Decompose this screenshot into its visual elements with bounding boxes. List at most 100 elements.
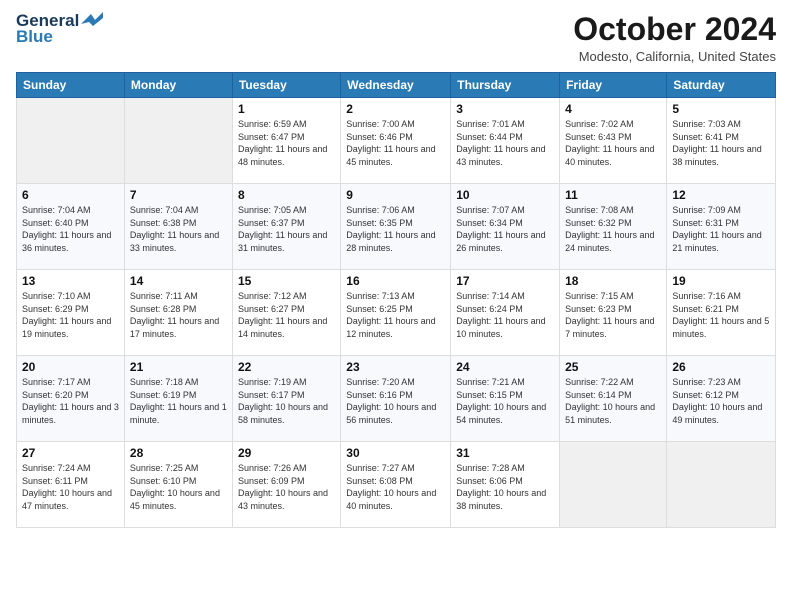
day-info: Sunrise: 7:00 AMSunset: 6:46 PMDaylight:… [346, 118, 445, 168]
day-number: 18 [565, 274, 661, 288]
day-number: 13 [22, 274, 119, 288]
calendar-week-row: 1Sunrise: 6:59 AMSunset: 6:47 PMDaylight… [17, 98, 776, 184]
day-info: Sunrise: 7:03 AMSunset: 6:41 PMDaylight:… [672, 118, 770, 168]
day-number: 30 [346, 446, 445, 460]
day-info: Sunrise: 7:02 AMSunset: 6:43 PMDaylight:… [565, 118, 661, 168]
day-number: 11 [565, 188, 661, 202]
day-number: 12 [672, 188, 770, 202]
day-number: 27 [22, 446, 119, 460]
table-row [667, 442, 776, 528]
logo: General Blue [16, 12, 103, 46]
calendar-table: Sunday Monday Tuesday Wednesday Thursday… [16, 72, 776, 528]
day-info: Sunrise: 7:06 AMSunset: 6:35 PMDaylight:… [346, 204, 445, 254]
day-info: Sunrise: 7:18 AMSunset: 6:19 PMDaylight:… [130, 376, 227, 426]
page-header: General Blue October 2024 Modesto, Calif… [16, 12, 776, 64]
header-saturday: Saturday [667, 73, 776, 98]
day-info: Sunrise: 7:16 AMSunset: 6:21 PMDaylight:… [672, 290, 770, 340]
table-row: 26Sunrise: 7:23 AMSunset: 6:12 PMDayligh… [667, 356, 776, 442]
table-row: 12 Sunrise: 7:09 AMSunset: 6:31 PMDayligh… [667, 184, 776, 270]
day-info: Sunrise: 7:26 AMSunset: 6:09 PMDaylight:… [238, 462, 335, 512]
table-row: 31 Sunrise: 7:28 AMSunset: 6:06 PMDayligh… [451, 442, 560, 528]
table-row: 6 Sunrise: 7:04 AMSunset: 6:40 PMDaylight… [17, 184, 125, 270]
table-row: 18 Sunrise: 7:15 AMSunset: 6:23 PMDayligh… [560, 270, 667, 356]
table-row: 30 Sunrise: 7:27 AMSunset: 6:08 PMDayligh… [341, 442, 451, 528]
day-number: 23 [346, 360, 445, 374]
day-number: 10 [456, 188, 554, 202]
day-info: Sunrise: 7:15 AMSunset: 6:23 PMDaylight:… [565, 290, 661, 340]
table-row: 15Sunrise: 7:12 AMSunset: 6:27 PMDayligh… [232, 270, 340, 356]
day-number: 25 [565, 360, 661, 374]
calendar-week-row: 6 Sunrise: 7:04 AMSunset: 6:40 PMDaylight… [17, 184, 776, 270]
day-info: Sunrise: 7:27 AMSunset: 6:08 PMDaylight:… [346, 462, 445, 512]
header-tuesday: Tuesday [232, 73, 340, 98]
day-info: Sunrise: 7:08 AMSunset: 6:32 PMDaylight:… [565, 204, 661, 254]
table-row: 21 Sunrise: 7:18 AMSunset: 6:19 PMDayligh… [124, 356, 232, 442]
table-row [17, 98, 125, 184]
table-row: 19Sunrise: 7:16 AMSunset: 6:21 PMDayligh… [667, 270, 776, 356]
day-info: Sunrise: 7:22 AMSunset: 6:14 PMDaylight:… [565, 376, 661, 426]
header-monday: Monday [124, 73, 232, 98]
table-row: 27Sunrise: 7:24 AMSunset: 6:11 PMDayligh… [17, 442, 125, 528]
day-info: Sunrise: 7:21 AMSunset: 6:15 PMDaylight:… [456, 376, 554, 426]
table-row: 22 Sunrise: 7:19 AMSunset: 6:17 PMDayligh… [232, 356, 340, 442]
day-info: Sunrise: 7:04 AMSunset: 6:40 PMDaylight:… [22, 204, 119, 254]
day-number: 20 [22, 360, 119, 374]
day-info: Sunrise: 7:19 AMSunset: 6:17 PMDaylight:… [238, 376, 335, 426]
day-info: Sunrise: 6:59 AMSunset: 6:47 PMDaylight:… [238, 118, 335, 168]
table-row: 10 Sunrise: 7:07 AMSunset: 6:34 PMDayligh… [451, 184, 560, 270]
day-number: 21 [130, 360, 227, 374]
table-row: 3 Sunrise: 7:01 AMSunset: 6:44 PMDaylight… [451, 98, 560, 184]
day-info: Sunrise: 7:17 AMSunset: 6:20 PMDaylight:… [22, 376, 119, 426]
day-number: 16 [346, 274, 445, 288]
day-info: Sunrise: 7:25 AMSunset: 6:10 PMDaylight:… [130, 462, 227, 512]
day-info: Sunrise: 7:14 AMSunset: 6:24 PMDaylight:… [456, 290, 554, 340]
day-number: 24 [456, 360, 554, 374]
table-row: 4 Sunrise: 7:02 AMSunset: 6:43 PMDaylight… [560, 98, 667, 184]
day-info: Sunrise: 7:23 AMSunset: 6:12 PMDaylight:… [672, 376, 770, 426]
day-info: Sunrise: 7:09 AMSunset: 6:31 PMDaylight:… [672, 204, 770, 254]
title-section: October 2024 Modesto, California, United… [573, 12, 776, 64]
day-info: Sunrise: 7:28 AMSunset: 6:06 PMDaylight:… [456, 462, 554, 512]
calendar-week-row: 20 Sunrise: 7:17 AMSunset: 6:20 PMDayligh… [17, 356, 776, 442]
day-number: 6 [22, 188, 119, 202]
calendar-header-row: Sunday Monday Tuesday Wednesday Thursday… [17, 73, 776, 98]
day-info: Sunrise: 7:13 AMSunset: 6:25 PMDaylight:… [346, 290, 445, 340]
table-row: 24 Sunrise: 7:21 AMSunset: 6:15 PMDayligh… [451, 356, 560, 442]
table-row: 23Sunrise: 7:20 AMSunset: 6:16 PMDayligh… [341, 356, 451, 442]
header-friday: Friday [560, 73, 667, 98]
day-number: 17 [456, 274, 554, 288]
header-thursday: Thursday [451, 73, 560, 98]
day-number: 28 [130, 446, 227, 460]
day-number: 15 [238, 274, 335, 288]
header-sunday: Sunday [17, 73, 125, 98]
table-row [560, 442, 667, 528]
location-text: Modesto, California, United States [573, 49, 776, 64]
table-row: 14Sunrise: 7:11 AMSunset: 6:28 PMDayligh… [124, 270, 232, 356]
day-number: 7 [130, 188, 227, 202]
day-info: Sunrise: 7:05 AMSunset: 6:37 PMDaylight:… [238, 204, 335, 254]
day-number: 8 [238, 188, 335, 202]
day-number: 3 [456, 102, 554, 116]
day-info: Sunrise: 7:04 AMSunset: 6:38 PMDaylight:… [130, 204, 227, 254]
table-row: 17 Sunrise: 7:14 AMSunset: 6:24 PMDayligh… [451, 270, 560, 356]
day-info: Sunrise: 7:10 AMSunset: 6:29 PMDaylight:… [22, 290, 119, 340]
day-info: Sunrise: 7:07 AMSunset: 6:34 PMDaylight:… [456, 204, 554, 254]
table-row: 11 Sunrise: 7:08 AMSunset: 6:32 PMDayligh… [560, 184, 667, 270]
table-row: 1Sunrise: 6:59 AMSunset: 6:47 PMDaylight… [232, 98, 340, 184]
day-number: 31 [456, 446, 554, 460]
calendar-week-row: 13 Sunrise: 7:10 AMSunset: 6:29 PMDayligh… [17, 270, 776, 356]
header-wednesday: Wednesday [341, 73, 451, 98]
day-number: 22 [238, 360, 335, 374]
table-row: 13 Sunrise: 7:10 AMSunset: 6:29 PMDayligh… [17, 270, 125, 356]
table-row: 7 Sunrise: 7:04 AMSunset: 6:38 PMDaylight… [124, 184, 232, 270]
table-row: 16 Sunrise: 7:13 AMSunset: 6:25 PMDayligh… [341, 270, 451, 356]
table-row: 25 Sunrise: 7:22 AMSunset: 6:14 PMDayligh… [560, 356, 667, 442]
table-row [124, 98, 232, 184]
table-row: 9Sunrise: 7:06 AMSunset: 6:35 PMDaylight… [341, 184, 451, 270]
day-number: 14 [130, 274, 227, 288]
calendar-week-row: 27Sunrise: 7:24 AMSunset: 6:11 PMDayligh… [17, 442, 776, 528]
logo-text-blue: Blue [16, 28, 53, 47]
day-info: Sunrise: 7:01 AMSunset: 6:44 PMDaylight:… [456, 118, 554, 168]
calendar-page: General Blue October 2024 Modesto, Calif… [0, 0, 792, 612]
day-number: 4 [565, 102, 661, 116]
